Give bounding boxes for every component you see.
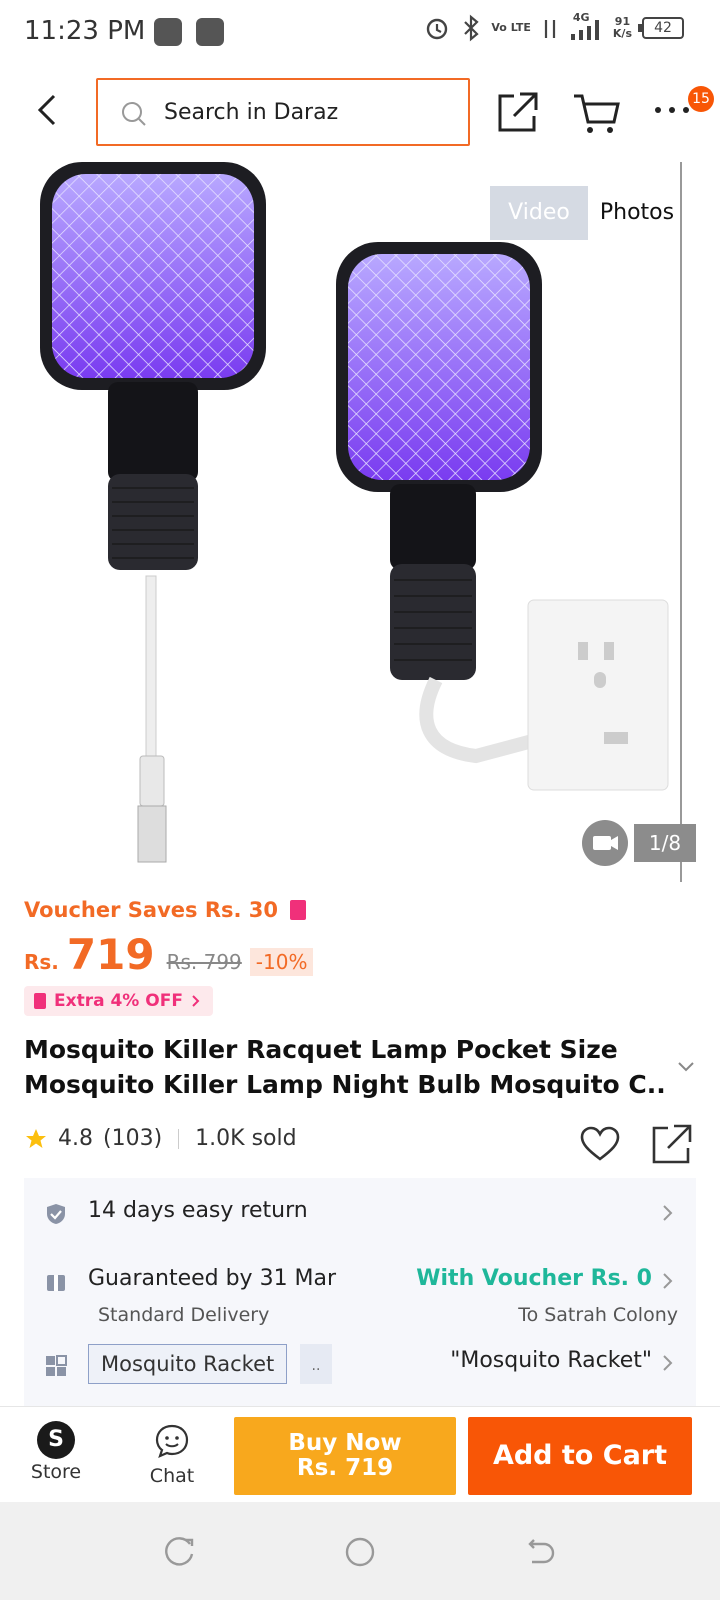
store-label: Store	[30, 1461, 82, 1483]
chevron-down-icon[interactable]	[676, 1060, 696, 1074]
star-icon	[26, 1128, 46, 1148]
share-icon[interactable]	[496, 90, 540, 134]
chevron-right-icon	[663, 1205, 673, 1221]
extra-discount-tag[interactable]: Extra 4% OFF	[24, 986, 213, 1016]
variant-row[interactable]: Mosquito Racket .. "Mosquito Racket"	[24, 1344, 696, 1392]
rating-count: (103)	[103, 1126, 163, 1151]
back-icon[interactable]	[524, 1536, 556, 1568]
product-image-gallery[interactable]: Video Photos 1/8	[0, 156, 720, 882]
price-currency: Rs.	[24, 950, 59, 974]
data-arrows-icon	[544, 20, 556, 38]
return-policy-text: 14 days easy return	[88, 1198, 308, 1223]
rating-row[interactable]: 4.8 (103) 1.0K sold	[24, 1126, 297, 1151]
back-arrow-icon[interactable]	[30, 90, 70, 130]
info-card: 14 days easy return Guaranteed by 31 Mar…	[24, 1178, 696, 1406]
video-play-button[interactable]	[582, 820, 628, 866]
tab-video[interactable]: Video	[490, 186, 588, 240]
return-policy-row[interactable]: 14 days easy return	[24, 1178, 696, 1248]
chat-label: Chat	[149, 1465, 195, 1487]
share-icon[interactable]	[652, 1124, 692, 1164]
grid-icon	[46, 1355, 67, 1376]
image-counter: 1/8	[634, 824, 696, 862]
cart-icon[interactable]	[572, 92, 620, 136]
notification-icon	[154, 18, 182, 46]
tab-photos[interactable]: Photos	[588, 186, 686, 240]
wishlist-heart-icon[interactable]	[580, 1126, 620, 1162]
signal-icon: 4G	[569, 12, 603, 42]
delivery-type: Standard Delivery	[98, 1304, 270, 1326]
more-options-icon[interactable]	[652, 100, 692, 120]
bluetooth-icon	[464, 14, 480, 42]
chat-bubble-icon	[155, 1424, 189, 1458]
search-icon	[122, 102, 146, 126]
status-icons: Vo LTE 4G 91 K/s 42	[423, 12, 684, 42]
buy-now-button[interactable]: Buy Now Rs. 719	[234, 1417, 456, 1495]
search-placeholder: Search in Daraz	[164, 100, 339, 125]
delivery-date: Guaranteed by 31 Mar	[88, 1266, 337, 1291]
chevron-right-icon	[663, 1355, 673, 1371]
product-image	[40, 162, 669, 863]
discount-badge: -10%	[249, 948, 314, 976]
divider	[680, 162, 682, 882]
delivery-destination: To Satrah Colony	[518, 1304, 678, 1326]
price-value: 719	[66, 930, 155, 979]
delivery-row[interactable]: Guaranteed by 31 Mar With Voucher Rs. 0 …	[24, 1248, 696, 1338]
extra-discount-text: Extra 4% OFF	[54, 991, 183, 1011]
buy-now-label: Buy Now	[288, 1430, 402, 1456]
alarm-icon	[427, 18, 448, 40]
chevron-right-icon	[192, 995, 200, 1007]
battery-icon: 42	[638, 17, 684, 39]
media-toggle: Video Photos	[490, 186, 686, 240]
system-navigation-bar	[0, 1502, 720, 1600]
video-camera-icon	[593, 836, 618, 850]
bottom-action-bar: Store Chat Buy Now Rs. 719 Add to Cart	[0, 1406, 720, 1502]
price-row: Rs. 719 Rs. 799 -10%	[24, 930, 314, 979]
product-title-line: Mosquito Killer Lamp Night Bulb Mosquito…	[24, 1070, 664, 1099]
variant-chip[interactable]: Mosquito Racket	[88, 1344, 288, 1384]
delivery-voucher: With Voucher Rs. 0	[416, 1266, 652, 1291]
voucher-text: Voucher Saves Rs. 30	[24, 898, 279, 922]
voucher-savings[interactable]: Voucher Saves Rs. 30	[24, 898, 307, 922]
status-time: 11:23 PM	[24, 16, 146, 46]
shield-check-icon	[47, 1204, 65, 1224]
recent-apps-icon[interactable]	[164, 1536, 196, 1568]
original-price: Rs. 799	[166, 950, 242, 974]
divider	[178, 1128, 180, 1149]
voucher-icon	[290, 900, 307, 920]
rating-score: 4.8	[58, 1126, 93, 1151]
chat-button[interactable]: Chat	[136, 1421, 208, 1491]
home-icon[interactable]	[344, 1536, 376, 1568]
search-input[interactable]: Search in Daraz	[96, 78, 470, 146]
store-logo-icon	[37, 1421, 75, 1459]
product-title-line: Mosquito Killer Racquet Lamp Pocket Size	[24, 1035, 618, 1064]
product-title: Mosquito Killer Racquet Lamp Pocket Size…	[24, 1032, 664, 1102]
package-icon	[47, 1275, 65, 1291]
variant-more[interactable]: ..	[300, 1344, 332, 1384]
store-button[interactable]: Store	[20, 1421, 92, 1491]
selected-variant: "Mosquito Racket"	[450, 1348, 652, 1373]
top-nav: Search in Daraz 15	[0, 66, 720, 156]
notification-icon	[196, 18, 224, 46]
add-to-cart-button[interactable]: Add to Cart	[468, 1417, 692, 1495]
network-speed: 91 K/s	[612, 15, 632, 40]
sold-count: 1.0K sold	[195, 1126, 297, 1151]
cart-count-badge: 15	[688, 86, 714, 112]
volte-indicator: Vo LTE	[491, 21, 531, 34]
status-bar: 11:23 PM Vo LTE 4G 91 K/s 42	[0, 0, 720, 66]
chevron-right-icon	[663, 1273, 673, 1289]
buy-now-price: Rs. 719	[296, 1455, 394, 1481]
coupon-icon	[34, 993, 46, 1009]
